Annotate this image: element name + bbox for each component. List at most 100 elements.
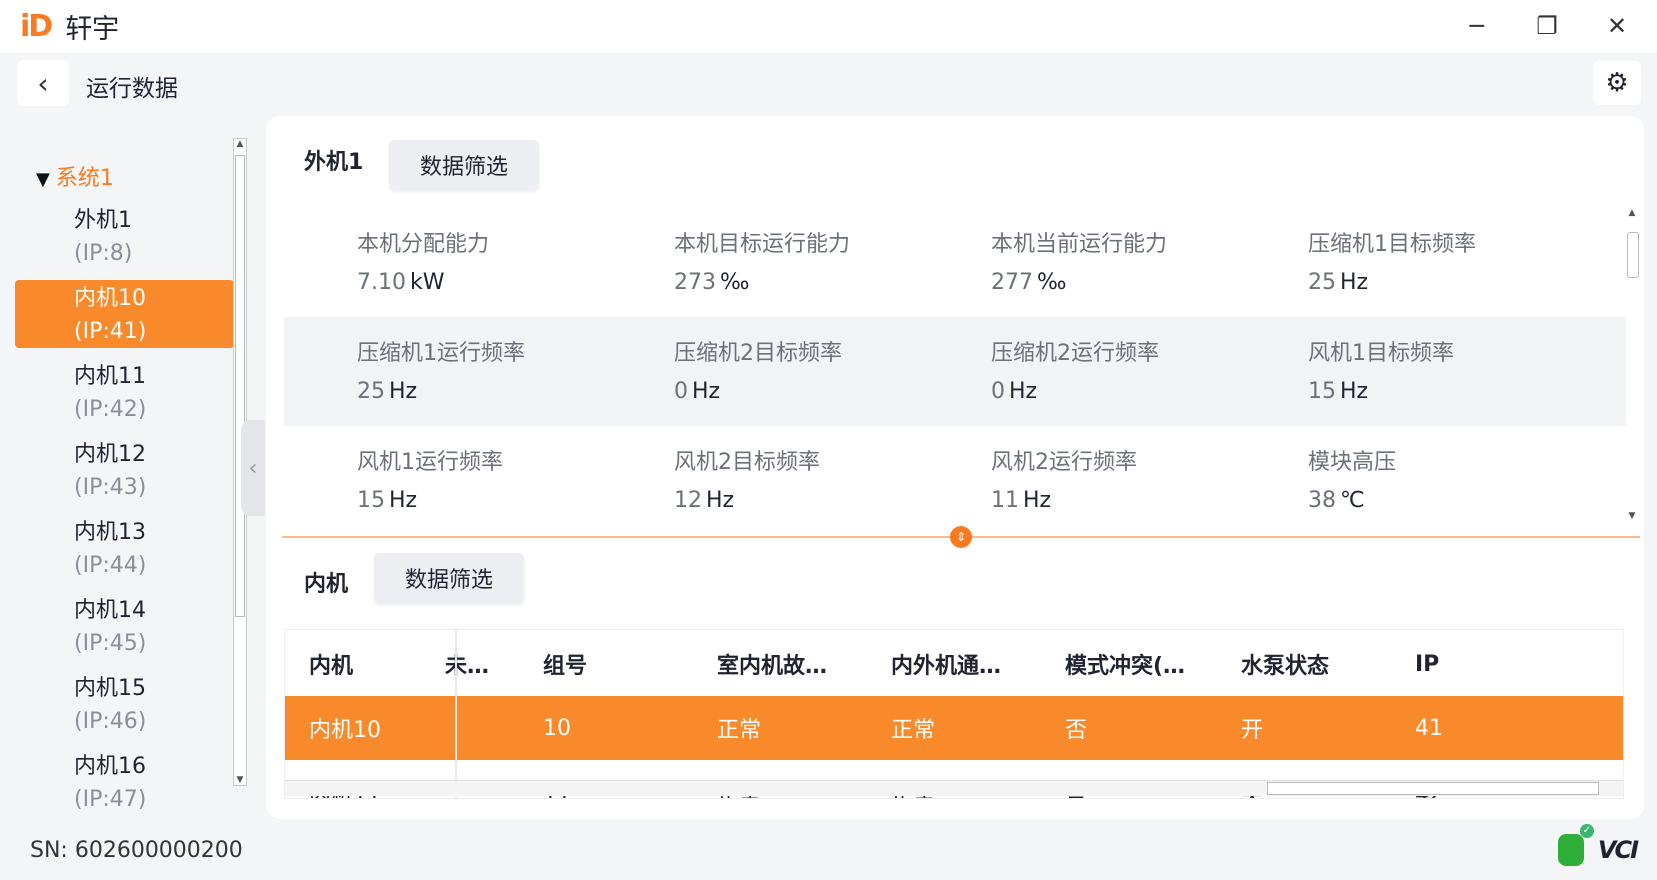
table-row[interactable]: 内机10 10 正常 正常 否 开 41 — [285, 696, 1623, 760]
param-cell: 压缩机2运行频率 0 Hz — [918, 317, 1235, 426]
system-label: 系统1 — [55, 166, 114, 191]
param-label: 模块高压 — [1308, 450, 1397, 475]
param-cell: 压缩机1运行频率 25 Hz — [284, 317, 601, 426]
param-value: 7.10 kW — [357, 270, 445, 295]
sidebar-item-device[interactable]: 外机1 (IP:8) — [15, 202, 234, 270]
param-cell: 压缩机2目标频率 0 Hz — [601, 317, 918, 426]
table-cell: 内机 — [309, 654, 354, 679]
minimize-button[interactable]: ─ — [1457, 8, 1497, 44]
device-name: 内机15 — [74, 676, 146, 701]
device-ip: (IP:8) — [74, 241, 133, 266]
chevron-left-icon: ‹ — [248, 455, 258, 481]
table-cell: 组号 — [543, 654, 588, 679]
sidebar-item-device[interactable]: 内机15 (IP:46) — [15, 670, 234, 738]
vci-logo: VCI — [1597, 836, 1639, 864]
sidebar-item-device[interactable]: 内机14 (IP:45) — [15, 592, 234, 660]
scroll-down-icon[interactable]: ▼ — [234, 775, 246, 785]
param-label: 风机1运行频率 — [357, 450, 503, 475]
sidebar-item-device[interactable]: 内机13 (IP:44) — [15, 514, 234, 582]
sidebar-item-device[interactable]: 内机10 (IP:41) — [15, 280, 234, 348]
param-label: 风机2目标频率 — [674, 450, 820, 475]
param-value: 0 Hz — [991, 379, 1038, 404]
param-cell: 压缩机1目标频率 25 Hz — [1235, 208, 1552, 317]
frozen-column-divider — [455, 630, 457, 798]
param-value: 12 Hz — [674, 488, 735, 513]
scroll-thumb[interactable] — [235, 155, 245, 617]
table-cell: 正常 — [717, 718, 762, 743]
page-header: ‹ 运行数据 ⚙ — [0, 55, 1657, 115]
main-panel: 外机1 数据筛选 本机分配能力 7.10 kW 本机目标运行能力 273 ‰ 本机当前运行能… — [266, 116, 1644, 819]
device-name: 外机1 — [74, 208, 132, 233]
device-ip: (IP:45) — [74, 631, 147, 656]
param-label: 本机当前运行能力 — [991, 232, 1168, 257]
scroll-down-icon[interactable]: ▼ — [1626, 511, 1638, 521]
param-value: 25 Hz — [357, 379, 418, 404]
device-ip: (IP:42) — [74, 397, 147, 422]
param-cell: 本机当前运行能力 277 ‰ — [918, 208, 1235, 317]
close-button[interactable]: ✕ — [1597, 8, 1637, 44]
collapse-sidebar-button[interactable]: ‹ — [241, 420, 265, 516]
table-cell: 开 — [1241, 718, 1264, 743]
param-label: 压缩机1运行频率 — [357, 341, 525, 366]
param-value: 15 Hz — [1308, 379, 1369, 404]
table-cell: 模式冲突(… — [1065, 654, 1186, 679]
param-label: 压缩机2目标频率 — [674, 341, 842, 366]
table-cell: 内机10 — [309, 718, 381, 743]
vci-status: VCI — [1557, 824, 1639, 866]
device-name: 内机14 — [74, 598, 146, 623]
params-row: 风机1运行频率 15 Hz 风机2目标频率 12 Hz 风机2运行频率 11 Hz 模块高压 38 ℃ — [284, 426, 1626, 521]
indoor-filter-button[interactable]: 数据筛选 — [374, 553, 524, 603]
device-ip: (IP:44) — [74, 553, 147, 578]
table-header: 内机 未… 组号 室内机故… 内外机通… 模式冲突(… 水泵状态 IP — [285, 632, 1623, 696]
app-name: 轩宇 — [65, 14, 120, 45]
device-name: 内机11 — [74, 364, 146, 389]
back-button[interactable]: ‹ — [17, 60, 69, 106]
sidebar-item-device[interactable]: 内机12 (IP:43) — [15, 436, 234, 504]
serial-number: SN: 602600000200 — [30, 838, 243, 863]
table-cell: 10 — [543, 715, 571, 741]
param-cell: 本机分配能力 7.10 kW — [284, 208, 601, 317]
table-cell: 室内机故… — [717, 654, 828, 679]
param-cell: 风机1运行频率 15 Hz — [284, 426, 601, 521]
outdoor-params-grid: 本机分配能力 7.10 kW 本机目标运行能力 273 ‰ 本机当前运行能力 277 ‰ 压缩机1… — [284, 208, 1626, 521]
table-cell: IP — [1415, 651, 1440, 677]
param-value: 273 ‰ — [674, 270, 750, 295]
sidebar-item-device[interactable]: 内机16 (IP:47) — [15, 748, 234, 816]
device-ip: (IP:47) — [74, 787, 147, 812]
indoor-title: 内机 — [304, 572, 349, 597]
param-value: 15 Hz — [357, 488, 418, 513]
param-label: 本机目标运行能力 — [674, 232, 851, 257]
table-cell: 正常 — [891, 718, 936, 743]
param-cell: 模块高压 38 ℃ — [1235, 426, 1552, 521]
device-tree: ▼ 系统1 外机1 (IP:8) 内机10 (IP:41) 内机11 (IP:42) 内机12… — [0, 130, 250, 820]
table-cell: 否 — [1065, 718, 1088, 743]
outdoor-filter-button[interactable]: 数据筛选 — [389, 140, 539, 190]
device-ip: (IP:41) — [74, 319, 147, 344]
settings-button[interactable]: ⚙ — [1593, 61, 1641, 105]
scroll-thumb[interactable] — [1267, 782, 1599, 795]
params-scrollbar[interactable]: ▲ ▼ — [1626, 208, 1640, 521]
param-cell: 本机目标运行能力 273 ‰ — [601, 208, 918, 317]
scroll-up-icon[interactable]: ▲ — [234, 139, 246, 149]
gear-icon: ⚙ — [1605, 68, 1629, 98]
device-name: 内机12 — [74, 442, 146, 467]
maximize-button[interactable]: ❐ — [1527, 8, 1567, 44]
params-row: 本机分配能力 7.10 kW 本机目标运行能力 273 ‰ 本机当前运行能力 277 ‰ 压缩机1… — [284, 208, 1626, 317]
scroll-up-icon[interactable]: ▲ — [1626, 208, 1638, 218]
outdoor-title: 外机1 — [304, 150, 364, 175]
caret-down-icon: ▼ — [36, 169, 50, 190]
resize-handle-icon[interactable]: ⇕ — [950, 526, 972, 548]
device-ip: (IP:43) — [74, 475, 147, 500]
param-cell: 风机2目标频率 12 Hz — [601, 426, 918, 521]
tree-node-system[interactable]: ▼ 系统1 — [36, 160, 114, 192]
scroll-thumb[interactable] — [1627, 232, 1639, 278]
horizontal-scrollbar[interactable] — [285, 780, 1623, 796]
param-label: 本机分配能力 — [357, 232, 490, 257]
device-ip: (IP:46) — [74, 709, 147, 734]
sidebar-item-device[interactable]: 内机11 (IP:42) — [15, 358, 234, 426]
param-cell: 风机1目标频率 15 Hz — [1235, 317, 1552, 426]
device-name: 内机16 — [74, 754, 146, 779]
table-cell: 未… — [445, 654, 490, 679]
param-label: 风机2运行频率 — [991, 450, 1137, 475]
param-cell: 风机2运行频率 11 Hz — [918, 426, 1235, 521]
